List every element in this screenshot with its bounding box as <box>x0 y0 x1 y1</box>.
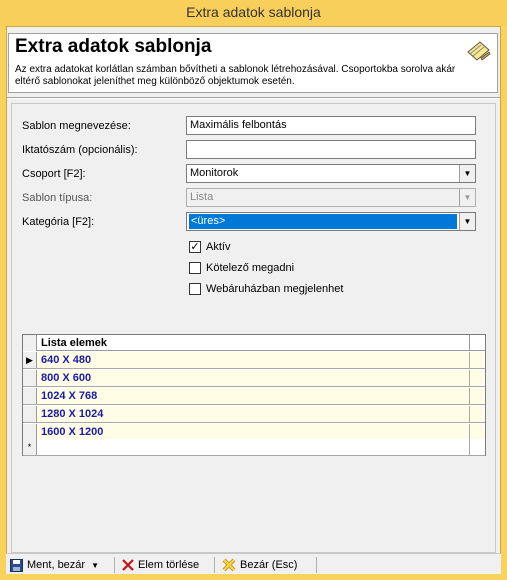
checkbox-box[interactable] <box>189 262 201 275</box>
save-close-label: Ment, bezár <box>27 559 86 571</box>
table-cell[interactable]: 1280 X 1024 <box>41 408 103 420</box>
table-cell[interactable]: 800 X 600 <box>41 372 91 384</box>
header-divider <box>7 97 500 99</box>
row-header[interactable] <box>23 424 37 440</box>
column-divider <box>469 388 470 404</box>
delete-x-icon <box>122 559 134 571</box>
name-input[interactable]: Maximális felbontás <box>186 116 476 135</box>
table-row[interactable]: 1280 X 1024 <box>23 406 485 423</box>
column-divider <box>469 370 470 386</box>
active-checkbox[interactable]: ✓ Aktív <box>189 241 230 255</box>
bottom-toolbar: Ment, bezár ▼ Elem törlése Bezár (Esc) <box>6 553 501 574</box>
save-close-button[interactable]: Ment, bezár ▼ <box>10 557 99 573</box>
toolbar-divider <box>114 557 115 573</box>
window-title: Extra adatok sablonja <box>0 0 507 26</box>
row-header[interactable] <box>23 388 37 404</box>
group-value: Monitorok <box>190 167 239 179</box>
required-label: Kötelező megadni <box>206 262 295 275</box>
webshop-checkbox[interactable]: Webáruházban megjelenhet <box>189 283 343 297</box>
table-row[interactable]: ▶ 640 X 480 <box>23 352 485 369</box>
table-cell[interactable]: 1024 X 768 <box>41 390 97 402</box>
form-panel: Sablon megnevezése: Maximális felbontás … <box>11 103 496 553</box>
required-checkbox[interactable]: Kötelező megadni <box>189 262 294 276</box>
checkmark-icon[interactable]: ✓ <box>189 241 201 254</box>
name-label: Sablon megnevezése: <box>22 120 131 132</box>
notebook-pencil-icon <box>467 41 491 61</box>
list-items-grid[interactable]: Lista elemek ▶ 640 X 480 800 X 600 1024 … <box>22 334 486 456</box>
header-description: Az extra adatokat korlátlan számban bőví… <box>15 64 456 87</box>
delete-item-label: Elem törlése <box>138 559 200 571</box>
header-panel: Extra adatok sablonja Az extra adatokat … <box>8 33 498 93</box>
delete-item-button[interactable]: Elem törlése <box>122 557 199 573</box>
table-cell[interactable]: 640 X 480 <box>41 354 91 366</box>
close-button[interactable]: Bezár (Esc) <box>222 557 297 573</box>
grid-header: Lista elemek <box>23 335 485 351</box>
group-label: Csoport [F2]: <box>22 168 86 180</box>
checkbox-box[interactable] <box>189 283 201 296</box>
type-label: Sablon típusa: <box>22 192 93 204</box>
column-divider <box>469 424 470 440</box>
column-header[interactable]: Lista elemek <box>41 337 107 349</box>
row-header-corner <box>23 335 37 351</box>
new-row[interactable]: * <box>23 439 485 456</box>
new-row-asterisk-icon[interactable]: * <box>23 439 37 455</box>
group-select[interactable]: Monitorok ▼ <box>186 164 476 183</box>
chevron-down-icon[interactable]: ▼ <box>91 561 99 570</box>
chevron-down-icon: ▼ <box>459 189 475 206</box>
row-header[interactable] <box>23 370 37 386</box>
category-value: <üres> <box>189 214 457 229</box>
toolbar-divider <box>316 557 317 573</box>
category-label: Kategória [F2]: <box>22 216 95 228</box>
column-divider <box>469 335 470 351</box>
table-row[interactable]: 1024 X 768 <box>23 388 485 405</box>
category-select[interactable]: <üres> ▼ <box>186 212 476 231</box>
filing-input[interactable] <box>186 140 476 159</box>
table-cell[interactable]: 1600 X 1200 <box>41 426 103 438</box>
save-icon <box>10 558 23 572</box>
current-row-arrow-icon[interactable]: ▶ <box>23 352 37 368</box>
column-divider <box>469 352 470 368</box>
close-cross-icon <box>222 558 236 572</box>
type-value: Lista <box>190 191 214 203</box>
dialog-window: Extra adatok sablonja Az extra adatokat … <box>6 26 501 574</box>
type-select: Lista ▼ <box>186 188 476 207</box>
active-label: Aktív <box>206 241 231 254</box>
chevron-down-icon[interactable]: ▼ <box>459 165 475 182</box>
chevron-down-icon[interactable]: ▼ <box>459 213 475 230</box>
column-divider <box>469 406 470 422</box>
table-row[interactable]: 800 X 600 <box>23 370 485 387</box>
page-title: Extra adatok sablonja <box>15 36 212 57</box>
row-header[interactable] <box>23 406 37 422</box>
webshop-label: Webáruházban megjelenhet <box>206 283 344 296</box>
toolbar-divider <box>214 557 215 573</box>
filing-label: Iktatószám (opcionális): <box>22 144 138 156</box>
close-label: Bezár (Esc) <box>240 559 298 571</box>
column-divider <box>469 439 470 455</box>
